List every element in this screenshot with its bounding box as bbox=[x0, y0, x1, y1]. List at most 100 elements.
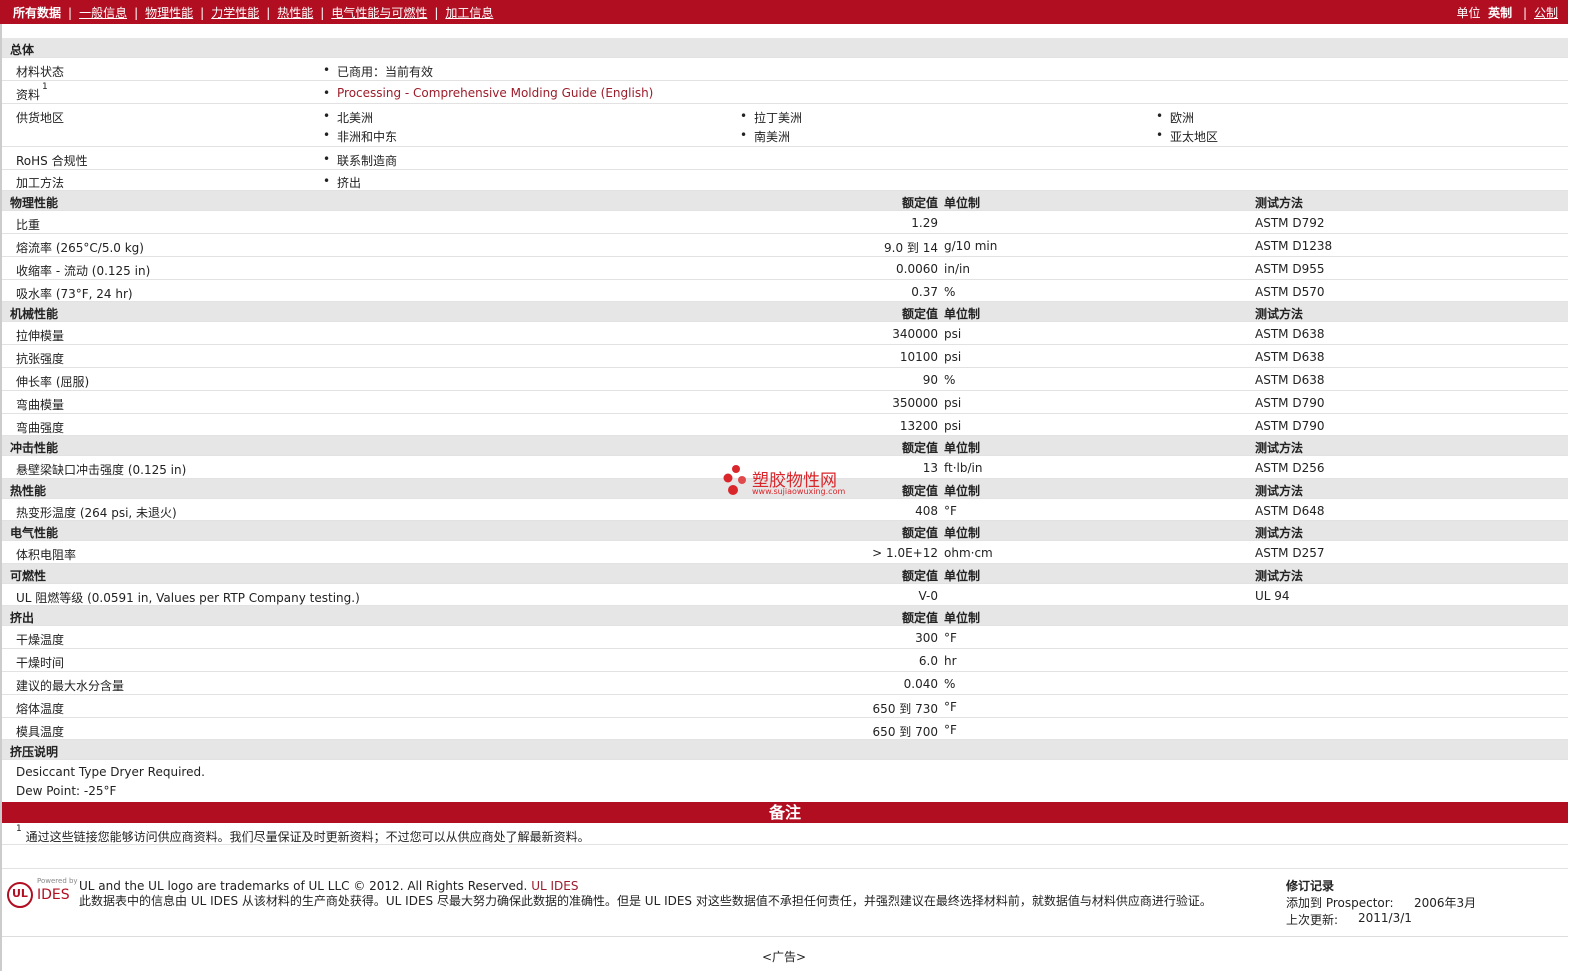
table-row: 吸水率 (73°F, 24 hr) 0.37 % ASTM D570 bbox=[2, 280, 1568, 302]
row-test: ASTM D955 bbox=[1255, 262, 1325, 276]
row-test: UL 94 bbox=[1255, 589, 1290, 603]
units-english: 英制 bbox=[1488, 6, 1513, 20]
col-unit: 单位制 bbox=[944, 196, 981, 210]
row-unit: °F bbox=[944, 631, 957, 645]
row-value: 0.0060 bbox=[896, 262, 938, 276]
ad-placeholder: <广告> bbox=[761, 950, 807, 964]
row-label: UL 阻燃等级 (0.0591 in, Values per RTP Compa… bbox=[16, 591, 360, 605]
row-value: Processing - Comprehensive Molding Guide… bbox=[323, 86, 653, 100]
nav-processing[interactable]: 加工信息 bbox=[445, 4, 493, 21]
section-header-electrical: 电气性能 额定值 单位制 测试方法 bbox=[2, 521, 1568, 541]
section-title: 物理性能 bbox=[10, 196, 59, 210]
row-value: 300 bbox=[915, 631, 938, 645]
row-value: 挤出 bbox=[323, 174, 361, 191]
row-value: 已商用：当前有效 bbox=[323, 63, 433, 80]
row-value: V-0 bbox=[918, 589, 938, 603]
section-header-general: 总体 bbox=[2, 38, 1568, 58]
row-test: ASTM D1238 bbox=[1255, 239, 1333, 253]
col-test: 测试方法 bbox=[1255, 307, 1304, 321]
table-row: 干燥温度 300 °F bbox=[2, 626, 1568, 649]
col-nominal: 额定值 bbox=[901, 196, 938, 210]
row-test: ASTM D638 bbox=[1255, 350, 1325, 364]
row-test: ASTM D257 bbox=[1255, 546, 1325, 560]
row-label: 熔流率 (265°C/5.0 kg) bbox=[16, 241, 144, 255]
region-item: 拉丁美洲 bbox=[740, 109, 802, 126]
table-row: 建议的最大水分含量 0.040 % bbox=[2, 672, 1568, 695]
row-test: ASTM D638 bbox=[1255, 373, 1325, 387]
table-row: 模具温度 650 到 700 °F bbox=[2, 718, 1568, 740]
row-label: 干燥温度 bbox=[16, 633, 65, 647]
table-row: 伸长率 (屈服) 90 % ASTM D638 bbox=[2, 368, 1568, 391]
section-title: 挤压说明 bbox=[10, 745, 59, 759]
ul-ides-link[interactable]: UL IDES bbox=[531, 879, 578, 893]
row-test: ASTM D638 bbox=[1255, 327, 1325, 341]
row-unit: % bbox=[944, 285, 956, 299]
row-label: 拉伸模量 bbox=[16, 329, 65, 343]
row-value: 13200 bbox=[899, 419, 938, 433]
ul-ides-logo: UL Powered by IDES bbox=[6, 877, 78, 911]
row-label: RoHS 合规性 bbox=[16, 154, 88, 168]
nav-separator: | bbox=[134, 5, 139, 20]
general-row-rohs: RoHS 合规性 联系制造商 bbox=[2, 147, 1568, 170]
units-metric-link[interactable]: 公制 bbox=[1534, 6, 1558, 20]
units-label: 单位 bbox=[1456, 6, 1481, 20]
general-row-process: 加工方法 挤出 bbox=[2, 170, 1568, 191]
section-title: 可燃性 bbox=[10, 569, 47, 583]
row-unit: psi bbox=[944, 396, 962, 410]
notes-header: 备注 bbox=[2, 802, 1568, 823]
logo-ides-text: IDES bbox=[37, 887, 70, 903]
row-label: 弯曲模量 bbox=[16, 398, 65, 412]
row-label: 比重 bbox=[16, 218, 41, 232]
table-row: 熔体温度 650 到 730 °F bbox=[2, 695, 1568, 718]
nav-thermal[interactable]: 热性能 bbox=[277, 4, 313, 21]
disclaimer-text: 此数据表中的信息由 UL IDES 从该材料的生产商处获得。UL IDES 尽最… bbox=[79, 894, 1212, 908]
row-test: ASTM D570 bbox=[1255, 285, 1325, 299]
col-nominal: 额定值 bbox=[901, 569, 938, 583]
row-unit: psi bbox=[944, 350, 962, 364]
section-header-physical: 物理性能 额定值 单位制 测试方法 bbox=[2, 191, 1568, 211]
row-unit: °F bbox=[944, 504, 957, 518]
row-unit: °F bbox=[944, 723, 957, 737]
row-label: 材料状态 bbox=[16, 65, 65, 79]
nav-separator: | bbox=[1522, 6, 1527, 20]
col-unit: 单位制 bbox=[944, 569, 981, 583]
spacer-row bbox=[2, 845, 1568, 869]
row-unit: ohm·cm bbox=[944, 546, 993, 560]
nav-electrical[interactable]: 电气性能与可燃性 bbox=[331, 4, 427, 21]
table-row: 收缩率 - 流动 (0.125 in) 0.0060 in/in ASTM D9… bbox=[2, 257, 1568, 280]
row-value: 13 bbox=[922, 461, 938, 475]
table-row: 弯曲模量 350000 psi ASTM D790 bbox=[2, 391, 1568, 414]
logo-powered-text: Powered by bbox=[37, 877, 78, 885]
row-label: 吸水率 (73°F, 24 hr) bbox=[16, 287, 133, 301]
row-value: 350000 bbox=[892, 396, 938, 410]
row-value: > 1.0E+12 bbox=[872, 546, 938, 560]
note-line: Desiccant Type Dryer Required. bbox=[16, 765, 205, 779]
nav-separator: | bbox=[266, 5, 271, 20]
nav-mechanical[interactable]: 力学性能 bbox=[211, 4, 259, 21]
extrusion-notes-body: Desiccant Type Dryer Required. Dew Point… bbox=[2, 760, 1568, 802]
table-row: 干燥时间 6.0 hr bbox=[2, 649, 1568, 672]
updated-value: 2011/3/1 bbox=[1358, 911, 1412, 925]
nav-separator: | bbox=[200, 5, 205, 20]
row-label: 弯曲强度 bbox=[16, 421, 65, 435]
section-title: 机械性能 bbox=[10, 307, 59, 321]
section-title: 电气性能 bbox=[10, 526, 59, 540]
row-label: 模具温度 bbox=[16, 725, 65, 739]
row-unit: hr bbox=[944, 654, 957, 668]
row-value: 10100 bbox=[899, 350, 938, 364]
section-nav: 所有数据 | 一般信息 | 物理性能 | 力学性能 | 热性能 | 电气性能与可燃性 | 加… bbox=[13, 4, 493, 21]
row-test: ASTM D648 bbox=[1255, 504, 1325, 518]
general-row-status: 材料状态 已商用：当前有效 bbox=[2, 58, 1568, 81]
nav-physical[interactable]: 物理性能 bbox=[145, 4, 193, 21]
document-link[interactable]: Processing - Comprehensive Molding Guide… bbox=[337, 86, 653, 100]
nav-all-data[interactable]: 所有数据 bbox=[13, 4, 61, 21]
table-row: 热变形温度 (264 psi, 未退火) 408 °F ASTM D648 bbox=[2, 499, 1568, 521]
row-value: 650 到 700 bbox=[872, 725, 938, 739]
nav-general-info[interactable]: 一般信息 bbox=[79, 4, 127, 21]
nav-separator: | bbox=[434, 5, 439, 20]
section-header-mechanical: 机械性能 额定值 单位制 测试方法 bbox=[2, 302, 1568, 322]
footnote-text: 通过这些链接您能够访问供应商资料。我们尽量保证及时更新资料；不过您可以从供应商处… bbox=[25, 830, 590, 844]
row-label: 热变形温度 (264 psi, 未退火) bbox=[16, 506, 177, 520]
section-title: 冲击性能 bbox=[10, 441, 59, 455]
row-value: 6.0 bbox=[918, 654, 938, 668]
